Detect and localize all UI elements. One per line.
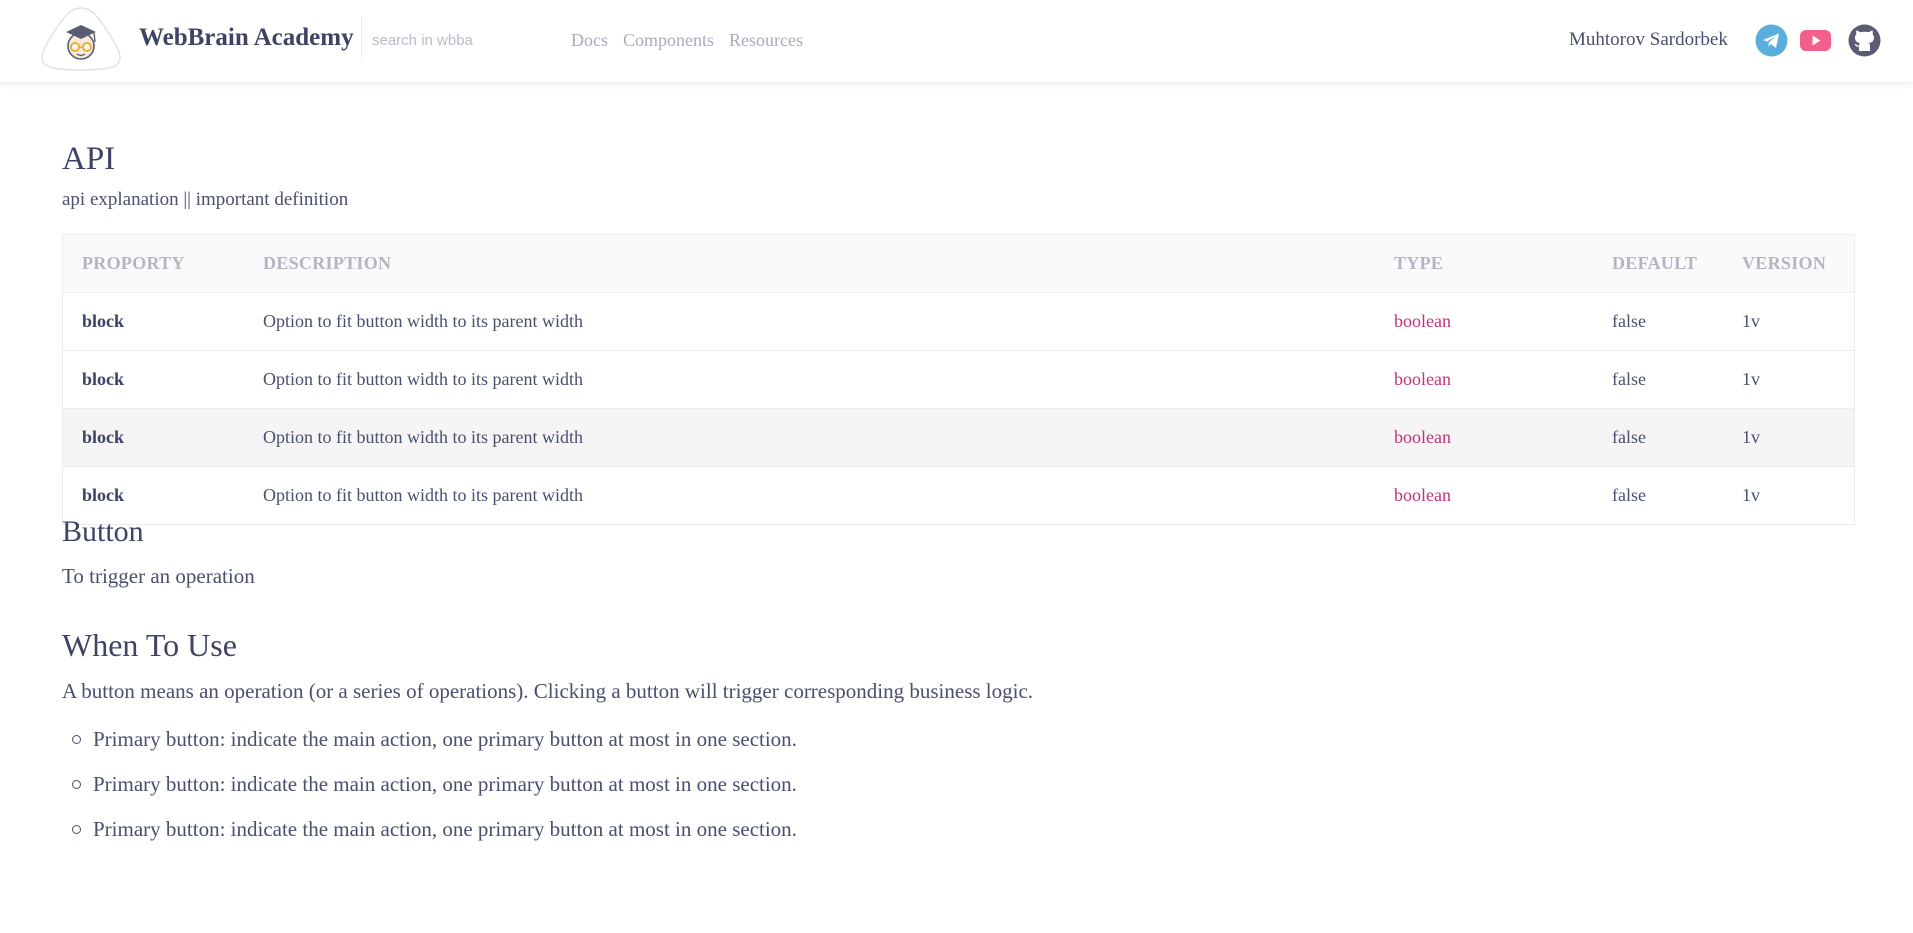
search-input[interactable] xyxy=(370,24,544,56)
when-to-use-list: Primary button: indicate the main action… xyxy=(72,727,797,862)
cell-version: 1v xyxy=(1742,369,1760,389)
cell-property: block xyxy=(82,427,125,447)
when-to-use-title: When To Use xyxy=(62,627,237,663)
nav-resources[interactable]: Resources xyxy=(729,30,803,51)
cell-description: Option to fit button width to its parent… xyxy=(263,311,583,331)
circle-bullet-icon xyxy=(72,825,81,834)
col-header-property: PROPORTY xyxy=(82,253,185,273)
cell-description: Option to fit button width to its parent… xyxy=(263,485,583,505)
when-to-use-paragraph: A button means an operation (or a series… xyxy=(62,679,1034,703)
youtube-icon[interactable] xyxy=(1799,24,1832,57)
nav-components[interactable]: Components xyxy=(623,30,714,51)
cell-default: false xyxy=(1612,369,1646,389)
header-divider xyxy=(361,16,362,62)
list-item-text: Primary button: indicate the main action… xyxy=(93,772,797,796)
list-item: Primary button: indicate the main action… xyxy=(72,727,797,772)
main-nav: Docs Components Resources xyxy=(571,30,803,51)
cell-version: 1v xyxy=(1742,485,1760,505)
api-subtitle: api explanation || important definition xyxy=(62,189,349,210)
api-title: API xyxy=(62,141,116,177)
cell-version: 1v xyxy=(1742,311,1760,331)
table-row: block Option to fit button width to its … xyxy=(63,467,1854,524)
cell-type: boolean xyxy=(1394,427,1451,447)
cell-description: Option to fit button width to its parent… xyxy=(263,369,583,389)
api-table: PROPORTY DESCRIPTION TYPE DEFAULT VERSIO… xyxy=(62,234,1855,525)
list-item: Primary button: indicate the main action… xyxy=(72,772,797,817)
cell-default: false xyxy=(1612,485,1646,505)
cell-version: 1v xyxy=(1742,427,1760,447)
user-name[interactable]: Muhtorov Sardorbek xyxy=(1569,29,1728,51)
table-header: PROPORTY DESCRIPTION TYPE DEFAULT VERSIO… xyxy=(63,235,1854,293)
top-navbar: WebBrain Academy Docs Components Resourc… xyxy=(0,0,1913,83)
telegram-icon[interactable] xyxy=(1755,24,1788,57)
cell-default: false xyxy=(1612,427,1646,447)
cell-property: block xyxy=(82,485,125,505)
col-header-version: VERSION xyxy=(1742,253,1827,273)
github-icon[interactable] xyxy=(1848,24,1881,57)
brand-name[interactable]: WebBrain Academy xyxy=(139,24,354,52)
table-row: block Option to fit button width to its … xyxy=(63,409,1854,467)
cell-default: false xyxy=(1612,311,1646,331)
circle-bullet-icon xyxy=(72,780,81,789)
cell-description: Option to fit button width to its parent… xyxy=(263,427,583,447)
list-item-text: Primary button: indicate the main action… xyxy=(93,727,797,751)
list-item: Primary button: indicate the main action… xyxy=(72,817,797,862)
col-header-default: DEFAULT xyxy=(1612,253,1698,273)
button-section-title: Button xyxy=(62,515,144,548)
cell-type: boolean xyxy=(1394,311,1451,331)
col-header-description: DESCRIPTION xyxy=(263,253,392,273)
table-row: block Option to fit button width to its … xyxy=(63,351,1854,409)
button-section-subtitle: To trigger an operation xyxy=(62,564,255,588)
nav-docs[interactable]: Docs xyxy=(571,30,608,51)
col-header-type: TYPE xyxy=(1394,253,1444,273)
table-row: block Option to fit button width to its … xyxy=(63,293,1854,351)
cell-property: block xyxy=(82,311,125,331)
academy-logo[interactable] xyxy=(38,4,124,74)
cell-type: boolean xyxy=(1394,485,1451,505)
list-item-text: Primary button: indicate the main action… xyxy=(93,817,797,841)
circle-bullet-icon xyxy=(72,735,81,744)
cell-type: boolean xyxy=(1394,369,1451,389)
cell-property: block xyxy=(82,369,125,389)
